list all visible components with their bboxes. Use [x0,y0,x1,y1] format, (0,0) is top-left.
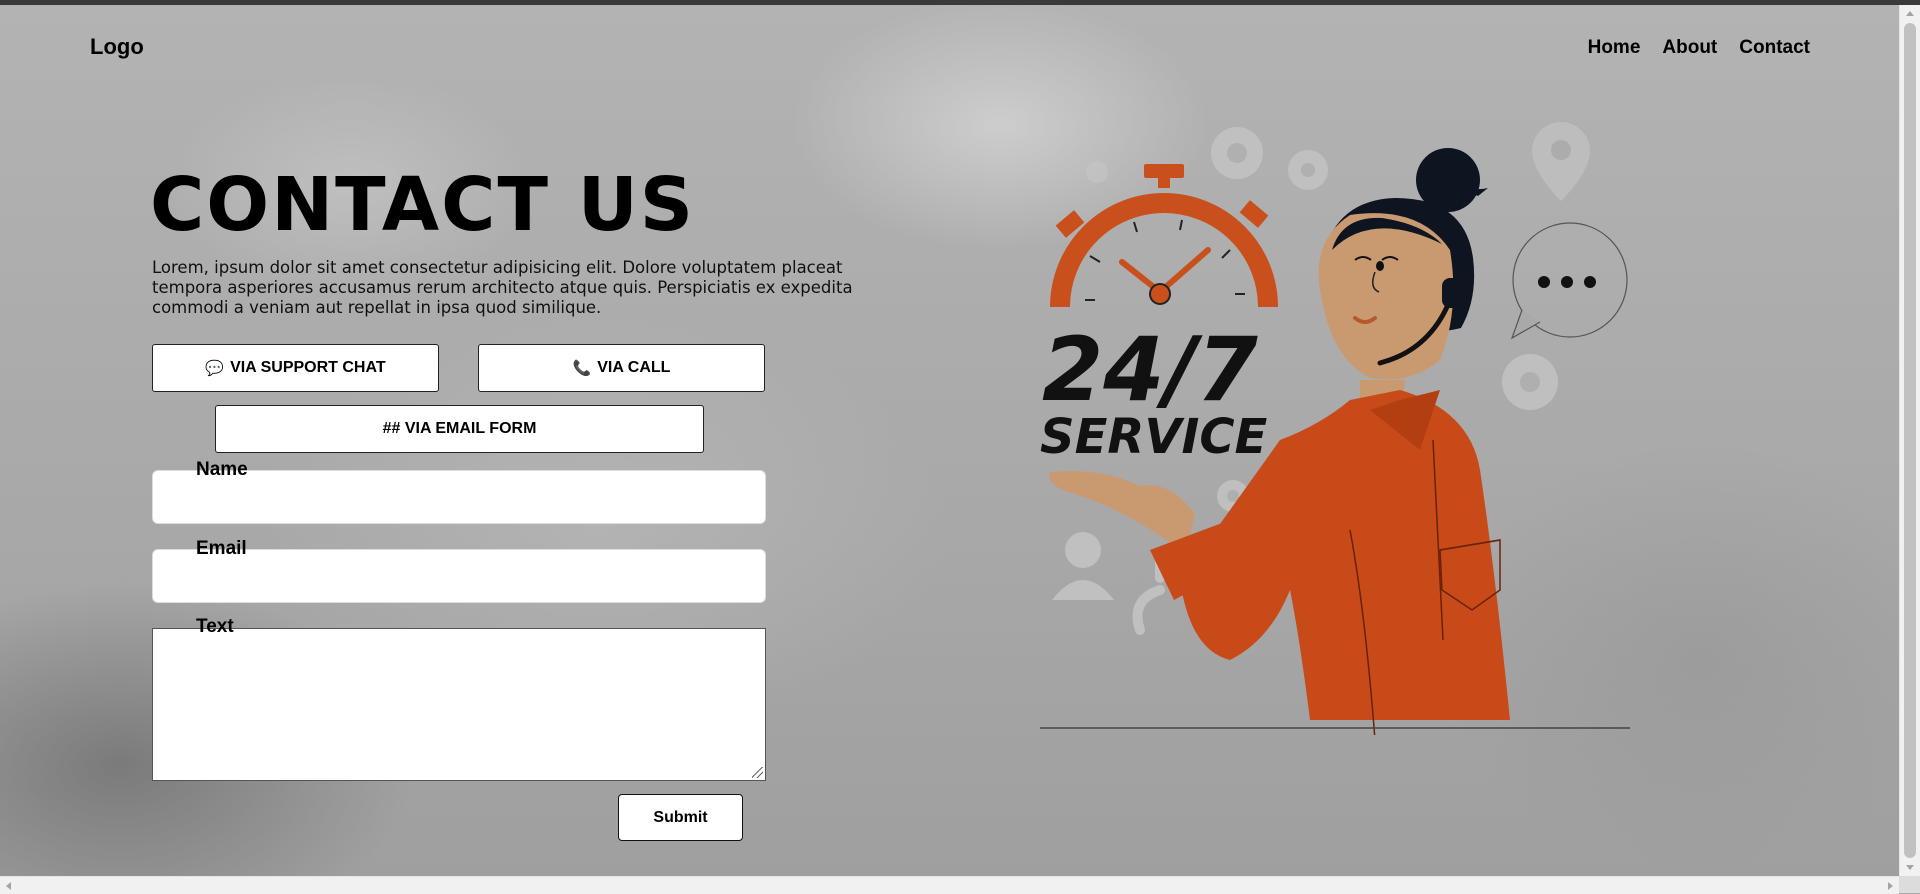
scroll-up-arrow-icon[interactable] [1906,11,1914,16]
user-icon [1065,532,1101,568]
speech-bubble-icon [1510,222,1628,340]
page-description: Lorem, ipsum dolor sit amet consectetur … [152,258,853,317]
question-icon [1132,555,1165,635]
email-form-button[interactable]: ## VIA EMAIL FORM [215,405,704,453]
call-label: VIA CALL [597,359,671,376]
vertical-scrollbar[interactable] [1899,5,1920,876]
email-form-label: ## VIA EMAIL FORM [382,420,537,437]
nav-contact-link[interactable]: Contact [1739,37,1810,59]
vertical-scroll-thumb[interactable] [1904,23,1916,858]
page-title: CONTACT US [150,162,696,248]
textarea-resize-handle[interactable] [752,767,763,778]
main-nav: Home About Contact [1588,37,1810,59]
badge-24-7: 24/7 [1042,318,1259,421]
stopwatch-icon [1050,164,1278,308]
email-label: Email [196,538,247,559]
text-label: Text [196,616,234,637]
scroll-left-arrow-icon[interactable] [6,882,11,890]
chat-bubble-icon: 💬 [205,359,225,377]
call-button[interactable]: 📞 VIA CALL [478,344,765,392]
support-chat-button[interactable]: 💬 VIA SUPPORT CHAT [152,344,439,392]
support-agent-illustration: 24/7 SERVICE [1040,122,1630,735]
name-label: Name [196,459,248,480]
nav-about-link[interactable]: About [1662,37,1717,59]
horizontal-scrollbar[interactable] [0,876,1899,894]
support-chat-label: VIA SUPPORT CHAT [230,359,386,376]
location-pin-icon [1532,122,1590,201]
submit-button[interactable]: Submit [618,794,743,841]
scroll-right-arrow-icon[interactable] [1888,882,1893,890]
phone-icon: 📞 [572,359,592,377]
badge-service: SERVICE [1040,409,1268,465]
nav-home-link[interactable]: Home [1588,37,1641,59]
scroll-down-arrow-icon[interactable] [1906,865,1914,870]
message-textarea[interactable] [152,628,766,781]
logo[interactable]: Logo [90,34,144,60]
scrollbar-corner [1899,876,1920,893]
